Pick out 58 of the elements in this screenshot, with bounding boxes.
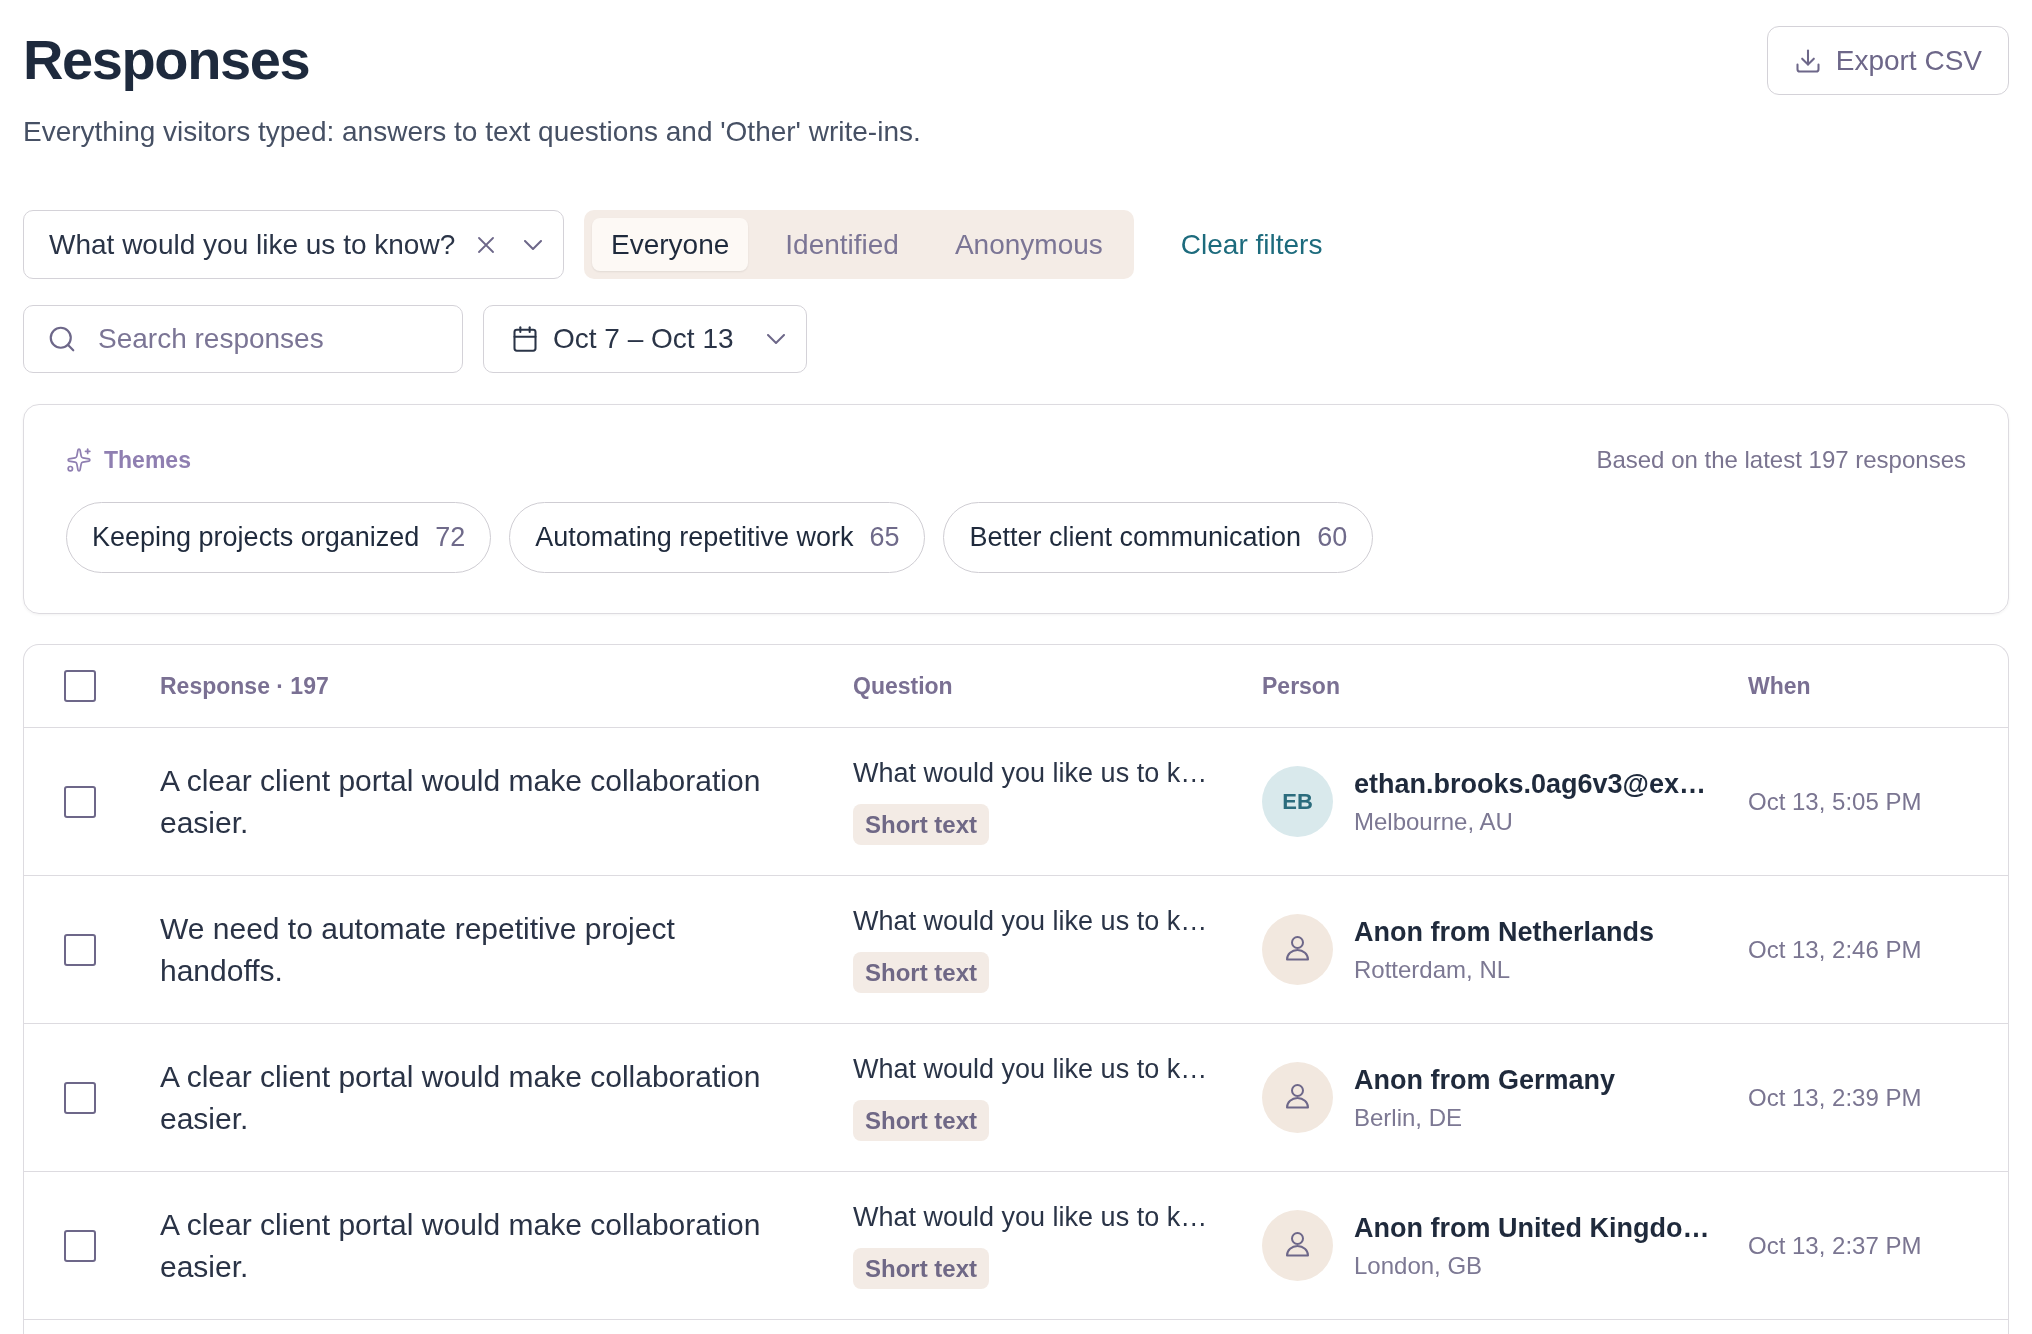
question-type-tag: Short text	[853, 804, 989, 845]
clear-icon[interactable]	[478, 236, 494, 253]
response-time: Oct 13, 2:37 PM	[1748, 1230, 1922, 1261]
question-text: What would you like us to k…	[853, 758, 1208, 789]
person-location: London, GB	[1354, 1250, 1484, 1281]
page-subtitle: Everything visitors typed: answers to text questions and 'Other' write-ins.	[23, 115, 921, 149]
export-csv-button[interactable]: Export CSV	[1766, 26, 2009, 95]
themes-note: Based on the latest 197 responses	[1596, 445, 1966, 475]
column-header: Response · 197	[160, 671, 329, 701]
response-text: We need to automate repetitive project handoffs.	[160, 910, 676, 989]
theme-count: 65	[869, 521, 900, 555]
checkbox[interactable]	[64, 670, 96, 702]
response-text: A clear client portal would make collaboration easier.	[160, 1206, 762, 1285]
person-name: ethan.brooks.0ag6v3@ex…	[1354, 767, 1706, 801]
person-name: Anon from Netherlands	[1354, 915, 1655, 949]
page-title: Responses	[23, 27, 311, 93]
person-location: Melbourne, AU	[1354, 806, 1514, 837]
question-type-tag: Short text	[853, 1248, 989, 1289]
person-icon	[1262, 1210, 1333, 1281]
column-header: Question	[853, 671, 953, 701]
question-text: What would you like us to k…	[853, 1202, 1208, 1233]
response-text: A clear client portal would make collaboration easier.	[160, 1058, 762, 1137]
avatar-initials: EB	[1262, 766, 1333, 837]
response-text: A clear client portal would make collaboration easier.	[160, 762, 762, 841]
column-header: When	[1748, 671, 1811, 701]
column-header: Person	[1262, 671, 1340, 701]
sparkles-icon	[66, 447, 92, 473]
person-name: Anon from Germany	[1354, 1063, 1616, 1097]
person-location: Berlin, DE	[1354, 1102, 1464, 1133]
date-range-button[interactable]: Oct 7 – Oct 13	[483, 305, 807, 373]
person-location: Rotterdam, NL	[1354, 954, 1512, 985]
question-select[interactable]: What would you like us to know?	[23, 210, 564, 279]
person-icon	[1262, 914, 1333, 985]
response-time: Oct 13, 2:39 PM	[1748, 1082, 1922, 1113]
theme-count: 60	[1317, 521, 1348, 555]
checkbox[interactable]	[64, 1081, 96, 1114]
response-time: Oct 13, 5:05 PM	[1748, 786, 1922, 817]
theme-count: 72	[435, 521, 466, 555]
checkbox[interactable]	[64, 1229, 96, 1262]
question-text: What would you like us to k…	[853, 906, 1208, 937]
search-field[interactable]: Search responses	[23, 305, 463, 373]
person-icon	[1262, 1062, 1333, 1133]
chevron-down-icon	[524, 239, 542, 250]
audience-tab[interactable]: Everyone	[592, 218, 749, 271]
question-text: What would you like us to k…	[853, 1054, 1208, 1085]
question-type-tag: Short text	[853, 1100, 989, 1141]
clear-filters-link[interactable]: Clear filters	[1180, 223, 1323, 266]
response-time: Oct 13, 2:46 PM	[1748, 934, 1922, 965]
audience-tab[interactable]: Identified	[766, 218, 918, 271]
audience-tab[interactable]: Anonymous	[935, 218, 1122, 271]
person-name: Anon from United Kingdo…	[1354, 1211, 1710, 1245]
calendar-icon	[511, 325, 539, 353]
question-type-tag: Short text	[853, 952, 989, 993]
checkbox[interactable]	[64, 933, 96, 966]
checkbox[interactable]	[64, 785, 96, 818]
themes-title: Themes	[104, 445, 191, 475]
search-icon	[47, 324, 77, 354]
chevron-down-icon	[767, 334, 785, 344]
